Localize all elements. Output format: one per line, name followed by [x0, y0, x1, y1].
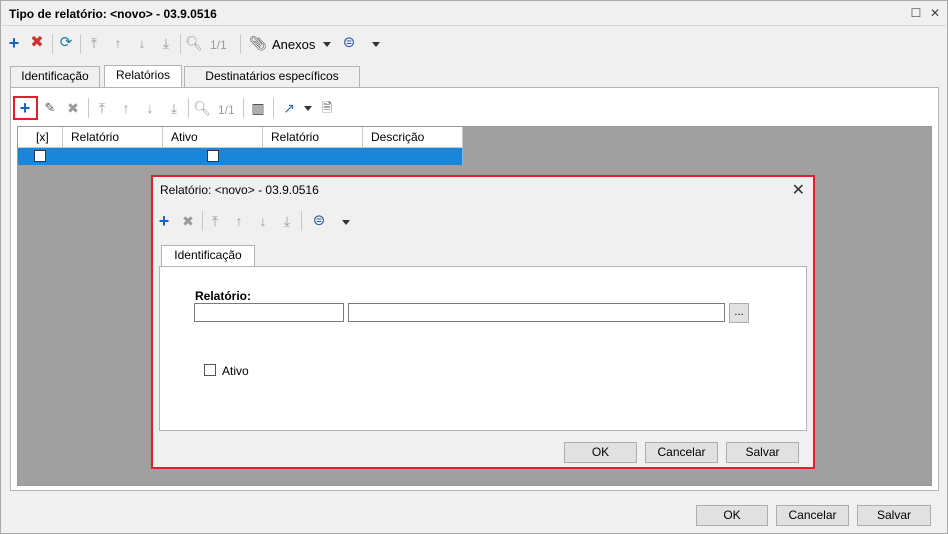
grid-toolbar: + ✎ ✖ ⤒ ↑ ↓ ⤓ 🔍︎ 1/1 ▥ ↗ 🗎︎ [13, 96, 413, 121]
last-row-icon[interactable]: ⤓ [165, 99, 183, 117]
dialog-title: Relatório: <novo> - 03.9.0516 [160, 183, 319, 197]
toolbar-separator [88, 98, 89, 118]
main-toolbar: + ✖ ⟳ ⤒ ↑ ↓ ⤓ 🔍︎ 1/1 📎︎ Anexos ⊜ [2, 31, 946, 57]
first-row-icon[interactable]: ⤒ [93, 99, 111, 117]
dialog-panel: Relatório: ... Ativo [159, 266, 807, 431]
add-row-icon[interactable]: + [16, 99, 34, 117]
search-icon[interactable]: 🔍︎ [185, 34, 203, 52]
browse-button[interactable]: ... [729, 303, 749, 323]
column-header-descricao[interactable]: Descrição [363, 127, 463, 148]
first-record-icon[interactable]: ⤒ [85, 34, 103, 52]
status-dropdown-icon[interactable] [372, 42, 380, 47]
dialog-cancel-button[interactable]: Cancelar [645, 442, 718, 463]
row-select-checkbox[interactable] [34, 150, 46, 162]
row-ativo-checkbox[interactable] [207, 150, 219, 162]
paperclip-icon[interactable]: 📎︎ [249, 34, 267, 52]
maximize-icon[interactable]: ☐ [910, 7, 922, 19]
status-circle-icon[interactable]: ⊜ [340, 34, 358, 52]
toolbar-separator [180, 34, 181, 54]
add-icon[interactable]: + [5, 34, 23, 52]
refresh-icon[interactable]: ⟳ [57, 34, 75, 52]
toolbar-separator [80, 34, 81, 54]
dialog-toolbar: + ✖ ⤒ ↑ ↓ ⤓ ⊜ [153, 209, 813, 235]
relatorio-code-input[interactable] [194, 303, 344, 322]
attachments-button[interactable]: Anexos [272, 37, 315, 52]
dialog-next-icon[interactable]: ↓ [254, 212, 272, 230]
relatorio-description-input[interactable] [348, 303, 725, 322]
column-header-select[interactable]: [x] [18, 127, 63, 148]
row-position: 1/1 [218, 103, 235, 117]
dialog-last-icon[interactable]: ⤓ [278, 212, 296, 230]
relatorio-dialog: Relatório: <novo> - 03.9.0516 ✕ + ✖ ⤒ ↑ … [151, 175, 815, 469]
attachments-dropdown-icon[interactable] [323, 42, 331, 47]
table-row[interactable] [18, 148, 463, 165]
column-header-relatorio-2[interactable]: Relatório [263, 127, 363, 148]
export-dropdown-icon[interactable] [304, 106, 312, 111]
relatorio-label: Relatório: [195, 289, 252, 303]
cancel-button[interactable]: Cancelar [776, 505, 849, 526]
save-button[interactable]: Salvar [857, 505, 931, 526]
toolbar-separator [202, 211, 203, 231]
dialog-status-dropdown-icon[interactable] [342, 220, 350, 225]
toolbar-separator [240, 34, 241, 54]
record-position: 1/1 [210, 38, 227, 52]
previous-record-icon[interactable]: ↑ [109, 34, 127, 52]
dialog-previous-icon[interactable]: ↑ [230, 212, 248, 230]
edit-icon[interactable]: ✎ [41, 99, 59, 117]
document-icon[interactable]: 🗎︎ [318, 99, 336, 117]
dialog-ok-button[interactable]: OK [564, 442, 637, 463]
toolbar-separator [52, 34, 53, 54]
dialog-close-icon[interactable]: ✕ [792, 180, 805, 200]
next-record-icon[interactable]: ↓ [133, 34, 151, 52]
toolbar-separator [273, 98, 274, 118]
ativo-label: Ativo [222, 364, 249, 378]
dialog-tab-identificacao[interactable]: Identificação [161, 245, 255, 267]
search-row-icon[interactable]: 🔍︎ [193, 99, 211, 117]
dialog-add-icon[interactable]: + [155, 212, 173, 230]
column-header-relatorio[interactable]: Relatório [63, 127, 163, 148]
toolbar-separator [301, 211, 302, 231]
dialog-status-icon[interactable]: ⊜ [310, 212, 328, 230]
toolbar-separator [243, 98, 244, 118]
columns-icon[interactable]: ▥ [249, 99, 267, 117]
tab-relatorios[interactable]: Relatórios [104, 65, 182, 87]
ativo-checkbox[interactable] [204, 364, 216, 376]
ok-button[interactable]: OK [696, 505, 768, 526]
tab-destinatarios[interactable]: Destinatários específicos [184, 66, 360, 87]
close-icon[interactable]: ✕ [929, 7, 941, 19]
dialog-first-icon[interactable]: ⤒ [206, 212, 224, 230]
delete-icon[interactable]: ✖ [28, 34, 46, 52]
toolbar-separator [188, 98, 189, 118]
dialog-save-button[interactable]: Salvar [726, 442, 799, 463]
previous-row-icon[interactable]: ↑ [117, 99, 135, 117]
window-title: Tipo de relatório: <novo> - 03.9.0516 [9, 7, 217, 21]
last-record-icon[interactable]: ⤓ [157, 34, 175, 52]
export-icon[interactable]: ↗ [280, 99, 298, 117]
title-bar: Tipo de relatório: <novo> - 03.9.0516 ☐ … [2, 2, 946, 26]
column-header-ativo[interactable]: Ativo [163, 127, 263, 148]
next-row-icon[interactable]: ↓ [141, 99, 159, 117]
tab-identificacao[interactable]: Identificação [10, 66, 100, 87]
dialog-delete-icon[interactable]: ✖ [179, 212, 197, 230]
delete-row-icon[interactable]: ✖ [64, 99, 82, 117]
main-window: Tipo de relatório: <novo> - 03.9.0516 ☐ … [0, 0, 948, 534]
